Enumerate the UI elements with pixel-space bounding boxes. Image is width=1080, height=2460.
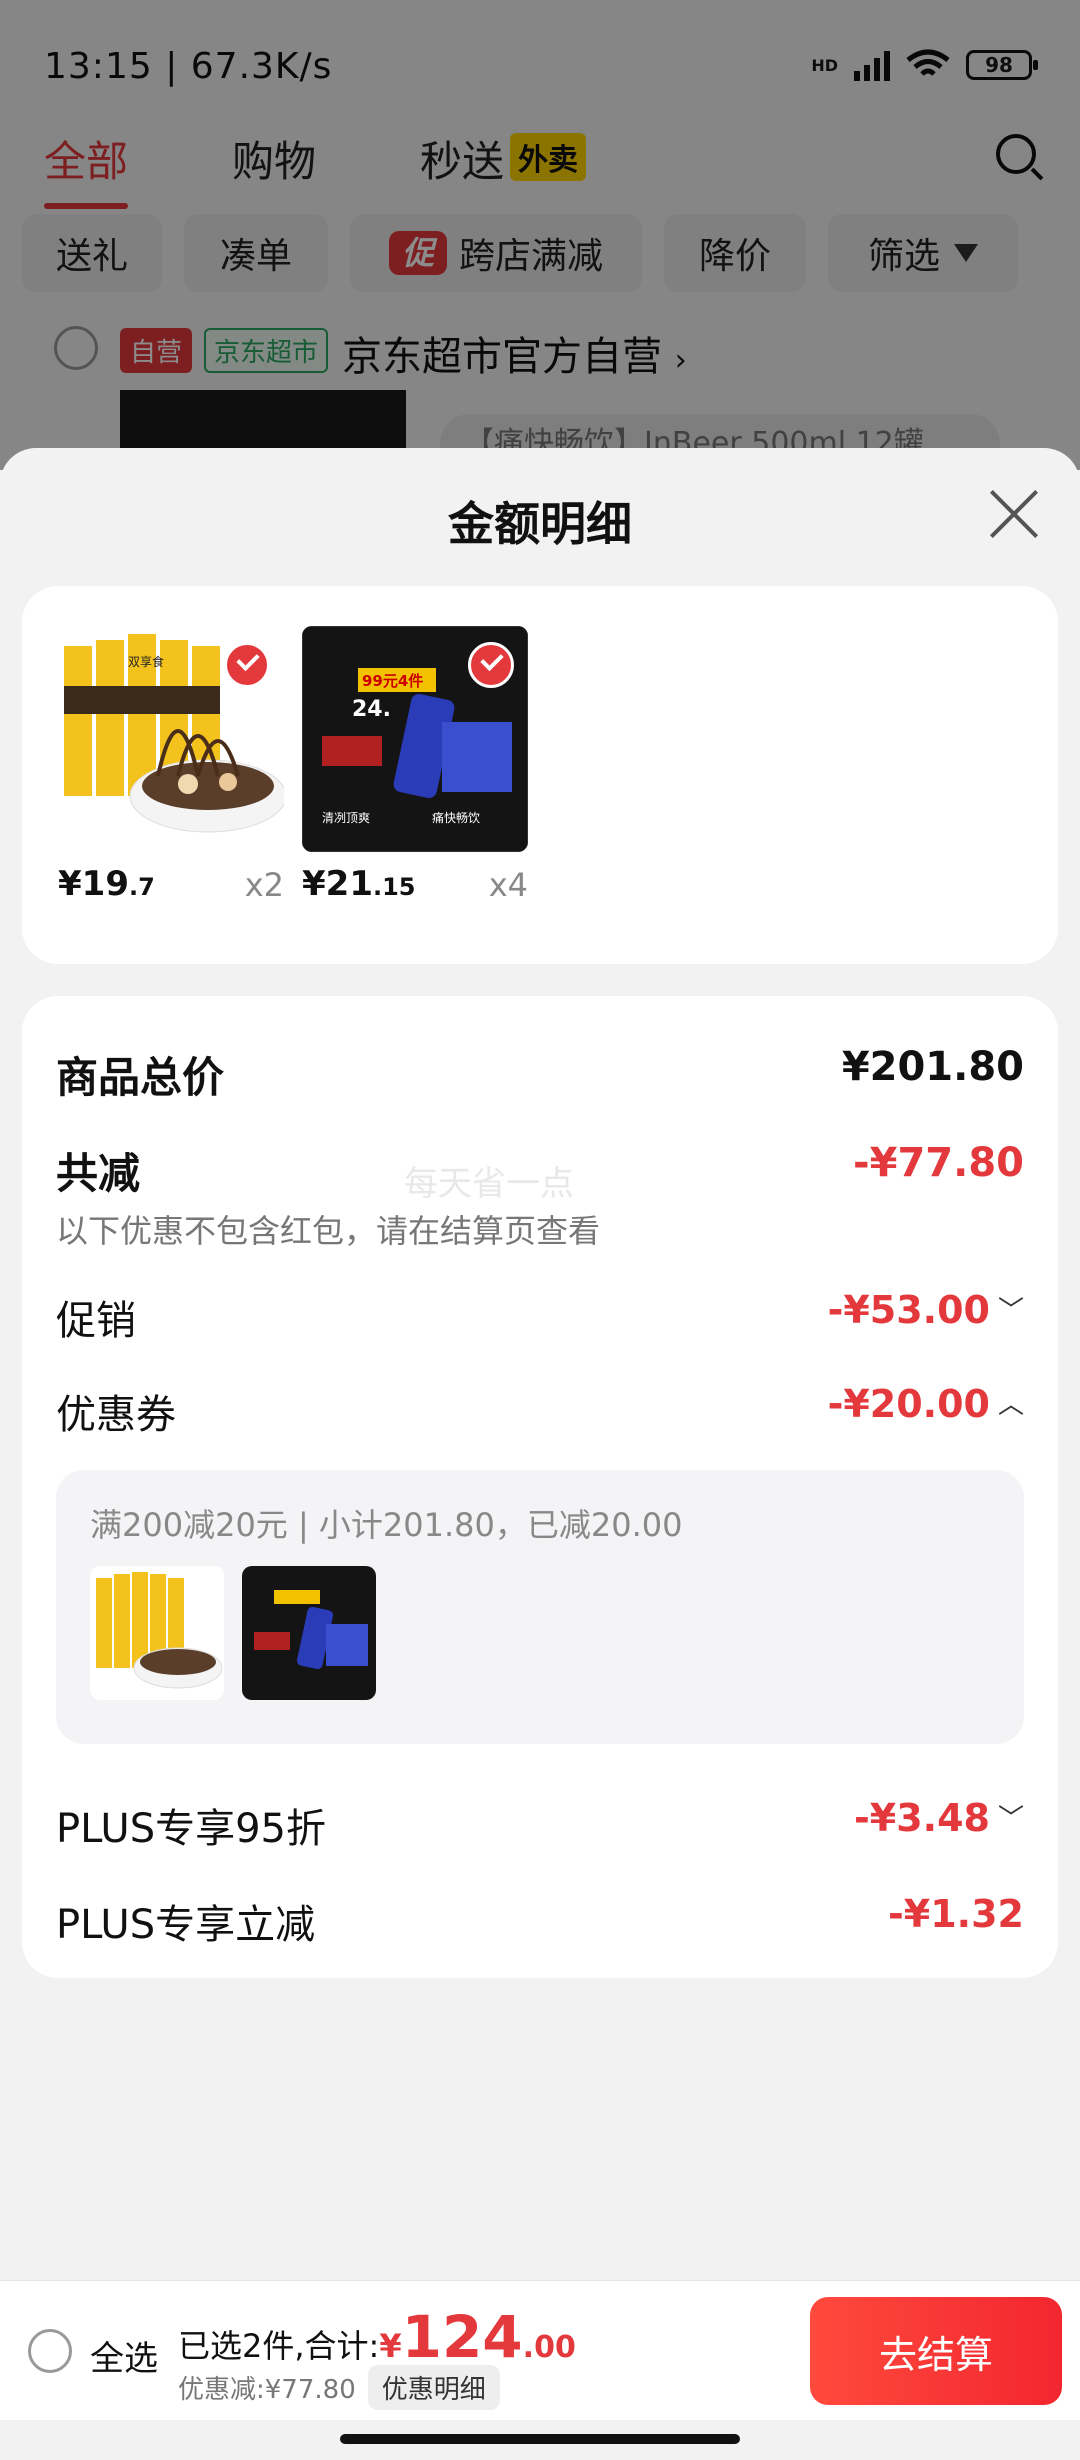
item-checked-icon[interactable] — [224, 642, 270, 688]
home-indicator[interactable] — [340, 2434, 740, 2444]
total-currency: ¥ — [379, 2327, 402, 2365]
summary-prefix: 已选2件,合计: — [178, 2327, 380, 2365]
plus-off-label: PLUS专享立减 — [56, 1902, 316, 1948]
total-row: 商品总价 ¥201.80 — [56, 1044, 1024, 1105]
chevron-down-icon[interactable]: ﹀ — [998, 1798, 1024, 1835]
discount-amount: 优惠减:¥77.80 — [178, 2375, 356, 2405]
watermark: 每天省一点 — [404, 1164, 574, 1204]
amount-detail-card: 商品总价 ¥201.80 共减 -¥77.80 每天省一点 以下优惠不包含红包，… — [22, 996, 1058, 1978]
chevron-up-icon[interactable]: ︿ — [998, 1384, 1024, 1421]
total-value: ¥201.80 — [841, 1044, 1024, 1090]
item-checked-icon[interactable] — [468, 642, 514, 688]
discount-detail-button[interactable]: 优惠明细 — [367, 2365, 500, 2410]
coupon-detail-box: 满200减20元 | 小计201.80，已减20.00 — [56, 1470, 1024, 1744]
total-label: 商品总价 — [56, 1053, 225, 1102]
amount-detail-sheet: 金额明细 双享食 ¥19.7 x2 99元4件 24. 清冽顶爽 痛快畅饮 ¥2… — [0, 448, 1080, 2280]
select-all-label[interactable]: 全选 — [90, 2331, 158, 2380]
promo-row[interactable]: 促销 -¥53.00 ﹀ — [56, 1288, 1024, 1346]
total-int: 124 — [401, 2303, 523, 2371]
select-all-radio[interactable] — [28, 2329, 72, 2373]
item-price: ¥19.7 — [58, 864, 155, 904]
plus95-row[interactable]: PLUS专享95折 -¥3.48 ﹀ — [56, 1796, 1024, 1854]
total-summary: 已选2件,合计:¥124.00 — [178, 2303, 576, 2371]
plus95-value: -¥3.48 — [854, 1796, 990, 1840]
beer-slogan-1: 清冽顶爽 — [322, 811, 370, 825]
discount-line: 优惠减:¥77.80 优惠明细 — [178, 2365, 500, 2410]
coupon-value-wrap: -¥20.00 ︿ — [828, 1382, 1024, 1426]
beer-price-text: 24. — [352, 697, 391, 722]
close-icon[interactable] — [988, 488, 1040, 540]
reduce-value: -¥77.80 — [853, 1140, 1024, 1186]
checkout-button[interactable]: 去结算 — [810, 2297, 1062, 2405]
plus-off-value: -¥1.32 — [888, 1892, 1024, 1936]
item-price-int: ¥19 — [58, 864, 129, 904]
checkout-bar: 全选 已选2件,合计:¥124.00 优惠减:¥77.80 优惠明细 去结算 — [0, 2280, 1080, 2420]
coupon-value: -¥20.00 — [827, 1382, 990, 1426]
item-quantity: x2 — [244, 866, 284, 904]
coupon-label: 优惠券 — [56, 1392, 176, 1438]
coupon-detail-text: 满200减20元 | 小计201.80，已减20.00 — [90, 1506, 683, 1544]
plus95-value-wrap: -¥3.48 ﹀ — [854, 1796, 1024, 1840]
item-quantity: x4 — [488, 866, 528, 904]
item-price-int: ¥21 — [302, 864, 373, 904]
item-price-dec: .7 — [128, 873, 155, 901]
reduce-label: 共减 — [56, 1149, 141, 1198]
coupon-row[interactable]: 优惠券 -¥20.00 ︿ — [56, 1382, 1024, 1440]
item-price: ¥21.15 — [302, 864, 416, 904]
reduce-note: 以下优惠不包含红包，请在结算页查看 — [56, 1212, 601, 1250]
coupon-beer-thumb — [242, 1566, 376, 1700]
modal-overlay[interactable] — [0, 0, 1080, 470]
promo-value-wrap: -¥53.00 ﹀ — [828, 1288, 1024, 1332]
promo-label: 促销 — [56, 1298, 136, 1344]
promo-value: -¥53.00 — [827, 1288, 990, 1332]
sheet-title: 金额明细 — [448, 497, 632, 551]
coupon-noodle-thumb — [90, 1566, 224, 1700]
beer-promo-text: 99元4件 — [362, 672, 423, 690]
total-dec: .00 — [522, 2330, 576, 2365]
chevron-down-icon[interactable]: ﹀ — [998, 1290, 1024, 1327]
noodle-brand-text: 双享食 — [128, 654, 164, 669]
item-price-dec: .15 — [372, 873, 416, 901]
plus-off-row: PLUS专享立减 -¥1.32 — [56, 1892, 1024, 1950]
selected-items-card: 双享食 ¥19.7 x2 99元4件 24. 清冽顶爽 痛快畅饮 ¥21.15 … — [22, 586, 1058, 964]
beer-slogan-2: 痛快畅饮 — [432, 810, 480, 825]
plus95-label: PLUS专享95折 — [56, 1806, 326, 1852]
